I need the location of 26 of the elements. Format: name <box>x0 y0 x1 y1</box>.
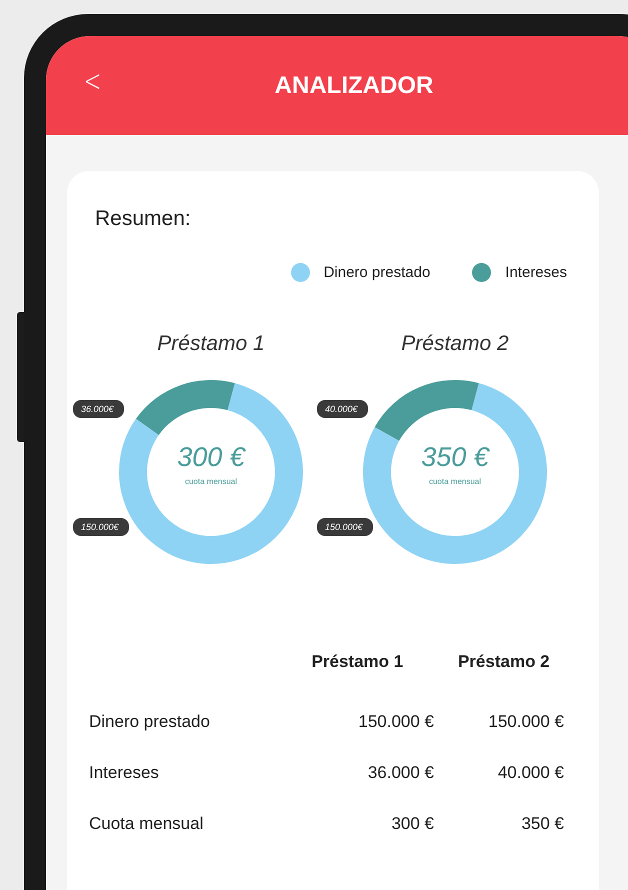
row-label: Cuota mensual <box>89 814 204 834</box>
value-label: 36.000€ <box>73 400 124 418</box>
column-header: Préstamo 1 <box>310 652 404 672</box>
monthly-fee-value: 300 € <box>176 442 247 473</box>
monthly-fee-caption: cuota mensual <box>184 477 238 486</box>
table-cell-text: 40.000 € <box>496 762 564 782</box>
value-label: 150.000€ <box>73 518 129 536</box>
value-label: 40.000€ <box>317 400 368 418</box>
table-cell-text: 36.000 € <box>366 762 434 782</box>
monthly-fee-value: 350 € <box>420 442 491 473</box>
summary-title: Resumen: <box>94 207 192 231</box>
table-cell-text: 350 € <box>520 814 564 834</box>
legend-label: Dinero prestado <box>324 264 430 281</box>
back-button[interactable]: < <box>80 64 106 99</box>
row-label: Dinero prestado <box>89 712 211 732</box>
value-label: 150.000€ <box>317 518 373 536</box>
monthly-fee-caption: cuota mensual <box>428 477 482 486</box>
table-cell-text: 150.000 € <box>357 712 434 732</box>
header-title: ANALIZADOR <box>274 72 434 100</box>
table-cell-text: 300 € <box>390 814 434 834</box>
legend-label: Intereses <box>505 264 567 281</box>
row-label: Intereses <box>89 762 160 782</box>
column-header: Préstamo 2 <box>456 652 551 672</box>
chart-title: Préstamo 1 <box>157 332 265 356</box>
table-cell-text: 150.000 € <box>487 712 564 732</box>
chart-title: Préstamo 2 <box>401 332 509 356</box>
